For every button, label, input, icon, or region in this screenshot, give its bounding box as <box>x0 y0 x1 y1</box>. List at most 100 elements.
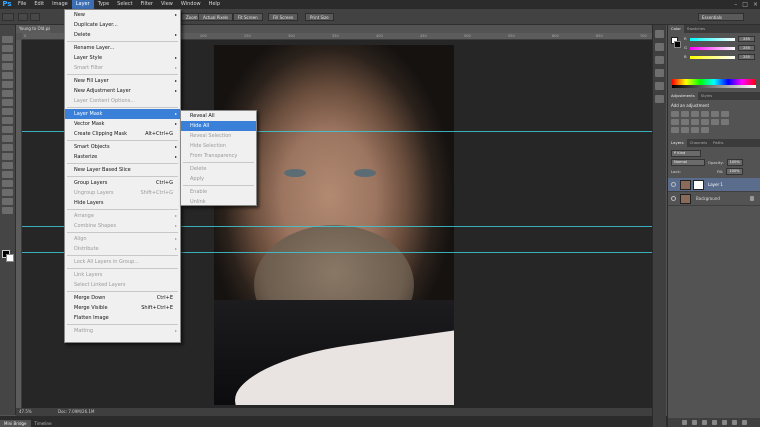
zoom-tool-icon-2[interactable] <box>2 207 13 214</box>
tab-channels[interactable]: Channels <box>687 139 711 147</box>
layer-thumbnail[interactable] <box>680 194 691 204</box>
healing-brush-tool-icon[interactable] <box>2 90 13 97</box>
submenu-item-reveal-all[interactable]: Reveal All <box>181 111 256 121</box>
menu-view[interactable]: View <box>157 0 177 9</box>
adjustment-selective-color-icon[interactable] <box>691 127 699 133</box>
brush-icon[interactable] <box>655 56 664 64</box>
adjustment-threshold-icon[interactable] <box>681 127 689 133</box>
menu-item-layer-mask[interactable]: Layer Mask ▸ <box>65 109 180 119</box>
history-brush-tool-icon[interactable] <box>2 117 13 124</box>
workspace-select[interactable]: Essentials <box>698 13 744 21</box>
visibility-eye-icon[interactable] <box>671 182 676 187</box>
adjustment-gradient-map-icon[interactable] <box>701 127 709 133</box>
layer-thumbnail[interactable] <box>680 180 691 190</box>
slider-g[interactable]: G 255 <box>668 44 760 53</box>
tab-styles[interactable]: Styles <box>698 92 716 100</box>
maximize-icon[interactable]: □ <box>742 0 748 9</box>
slider-b[interactable]: B 255 <box>668 53 760 62</box>
menu-item-group-layers[interactable]: Group Layers Ctrl+G <box>65 178 180 188</box>
menu-item-delete[interactable]: Delete ▸ <box>65 30 180 40</box>
print-size-button[interactable]: Print Size <box>305 13 334 21</box>
menu-filter[interactable]: Filter <box>137 0 157 9</box>
adjustment-invert-icon[interactable] <box>721 119 729 125</box>
slider-r[interactable]: R 255 <box>668 35 760 44</box>
menu-item-layer-style[interactable]: Layer Style ▸ <box>65 53 180 63</box>
adjustment-layer-icon[interactable] <box>712 420 717 425</box>
layer-kind-filter[interactable]: P Kind <box>671 150 701 157</box>
slider-b-value[interactable]: 255 <box>738 54 755 60</box>
tab-timeline[interactable]: Timeline <box>31 420 56 427</box>
properties-icon[interactable] <box>655 43 664 51</box>
zoom-tool-icon[interactable] <box>2 13 14 21</box>
layer-name[interactable]: Layer 1 <box>708 182 723 187</box>
character-icon[interactable] <box>655 82 664 90</box>
tab-swatches[interactable]: Swatches <box>684 25 708 33</box>
zoom-level[interactable]: 47.5% <box>19 408 32 416</box>
adjustment-curves-icon[interactable] <box>691 111 699 117</box>
menu-item-flatten-image[interactable]: Flatten Image <box>65 313 180 323</box>
menu-type[interactable]: Type <box>94 0 113 9</box>
marquee-tool-icon[interactable] <box>2 45 13 52</box>
adjustment-channel-mixer-icon[interactable] <box>701 119 709 125</box>
slider-b-track[interactable] <box>690 56 735 59</box>
menu-item-create-clipping-mask[interactable]: Create Clipping Mask Alt+Ctrl+G <box>65 129 180 139</box>
menu-item-duplicate-layer[interactable]: Duplicate Layer... <box>65 20 180 30</box>
hand-tool-icon[interactable] <box>2 198 13 205</box>
document-tab[interactable]: Young to Old.psd @ <box>16 25 50 33</box>
zoom-in-icon[interactable] <box>18 13 28 21</box>
menu-item-new-fill-layer[interactable]: New Fill Layer ▸ <box>65 76 180 86</box>
tab-adjustments[interactable]: Adjustments <box>668 92 698 100</box>
history-icon[interactable] <box>655 30 664 38</box>
tab-paths[interactable]: Paths <box>710 139 726 147</box>
close-icon[interactable]: × <box>753 0 758 9</box>
adjustment-hue-saturation-icon[interactable] <box>721 111 729 117</box>
fx-icon[interactable] <box>692 420 697 425</box>
document-size[interactable]: Doc: 7.09M/26.1M <box>58 408 94 416</box>
link-layers-icon[interactable] <box>682 420 687 425</box>
menu-select[interactable]: Select <box>113 0 136 9</box>
quick-select-tool-icon[interactable] <box>2 63 13 70</box>
menu-layer[interactable]: Layer <box>71 0 94 9</box>
menu-item-new[interactable]: New ▸ <box>65 10 180 20</box>
dodge-tool-icon[interactable] <box>2 153 13 160</box>
adjustment-exposure-icon[interactable] <box>701 111 709 117</box>
tab-color[interactable]: Color <box>668 25 684 33</box>
menu-image[interactable]: Image <box>48 0 72 9</box>
slider-r-value[interactable]: 255 <box>738 36 755 42</box>
zoom-out-icon[interactable] <box>30 13 40 21</box>
trash-icon[interactable] <box>742 420 747 425</box>
new-group-icon[interactable] <box>722 420 727 425</box>
gradient-tool-icon[interactable] <box>2 135 13 142</box>
adjustment-color-lookup-icon[interactable] <box>711 119 719 125</box>
fill-input[interactable]: 100% <box>726 168 743 175</box>
menu-file[interactable]: File <box>14 0 30 9</box>
portrait-photo[interactable] <box>214 45 454 405</box>
opacity-input[interactable]: 100% <box>726 159 743 166</box>
fit-screen-button[interactable]: Fit Screen <box>233 13 263 21</box>
menu-item-rasterize[interactable]: Rasterize ▸ <box>65 152 180 162</box>
add-mask-icon[interactable] <box>702 420 707 425</box>
tab-mini-bridge[interactable]: Mini Bridge <box>0 420 31 427</box>
brush-tool-icon[interactable] <box>2 99 13 106</box>
slider-g-track[interactable] <box>690 47 735 50</box>
clone-stamp-tool-icon[interactable] <box>2 108 13 115</box>
slider-g-value[interactable]: 255 <box>738 45 755 51</box>
tab-layers[interactable]: Layers <box>668 139 687 147</box>
menu-item-new-adjustment-layer[interactable]: New Adjustment Layer ▸ <box>65 86 180 96</box>
menu-item-merge-visible[interactable]: Merge Visible Shift+Ctrl+E <box>65 303 180 313</box>
shape-tool-icon[interactable] <box>2 189 13 196</box>
adjustment-posterize-icon[interactable] <box>671 127 679 133</box>
menu-window[interactable]: Window <box>177 0 205 9</box>
color-swatches[interactable] <box>2 250 14 262</box>
adjustment-color-balance-icon[interactable] <box>671 119 679 125</box>
menu-item-new-layer-based-slice[interactable]: New Layer Based Slice <box>65 165 180 175</box>
layer-row-background[interactable]: Background <box>668 192 760 206</box>
lasso-tool-icon[interactable] <box>2 54 13 61</box>
paragraph-icon[interactable] <box>655 95 664 103</box>
visibility-eye-icon[interactable] <box>671 196 676 201</box>
crop-tool-icon[interactable] <box>2 72 13 79</box>
adjustment-photo-filter-icon[interactable] <box>691 119 699 125</box>
blur-tool-icon[interactable] <box>2 144 13 151</box>
menu-help[interactable]: Help <box>205 0 224 9</box>
eraser-tool-icon[interactable] <box>2 126 13 133</box>
